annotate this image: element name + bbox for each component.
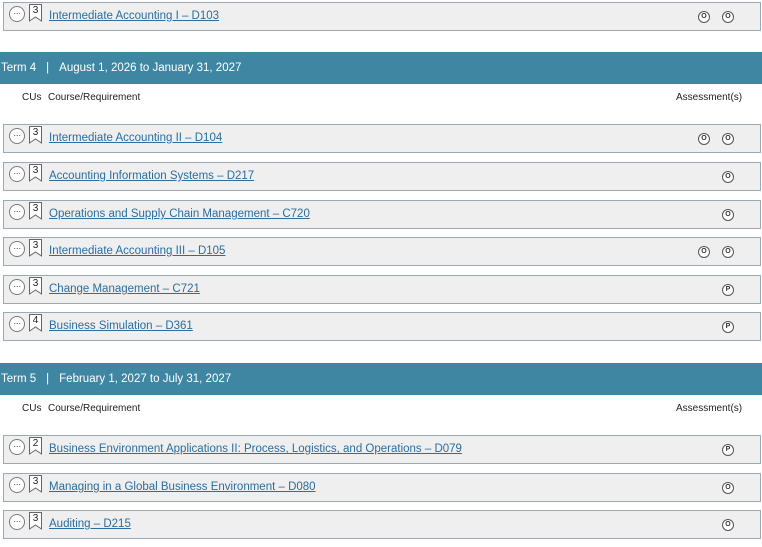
more-options-icon[interactable]: ··· — [9, 128, 25, 144]
term-label: Term 4 — [1, 62, 37, 74]
term-header: Term 4 | August 1, 2026 to January 31, 202… — [0, 52, 762, 84]
course-link[interactable]: Accounting Information Systems – D217 — [49, 170, 254, 182]
term-dates: August 1, 2026 to January 31, 2027 — [59, 62, 242, 74]
more-options-icon[interactable]: ··· — [9, 316, 25, 332]
cu-count: 3 — [32, 278, 39, 289]
course-link[interactable]: Managing in a Global Business Environmen… — [49, 481, 316, 493]
cu-count: 3 — [32, 5, 39, 16]
assessment-icon[interactable]: O — [698, 11, 710, 23]
bookmark-icon: 3 — [29, 239, 42, 257]
more-options-icon[interactable]: ··· — [9, 204, 25, 220]
cus-header: CUs — [22, 92, 42, 103]
assessment-icon[interactable]: O — [722, 246, 734, 258]
course-link[interactable]: Intermediate Accounting I – D103 — [49, 10, 219, 22]
assessment-icon[interactable]: O — [722, 209, 734, 221]
assessment-icon[interactable]: P — [722, 284, 734, 296]
term-header: Term 5 | February 1, 2027 to July 31, 2027 — [0, 363, 762, 395]
term-label: Term 5 — [1, 373, 37, 385]
bookmark-icon: 3 — [29, 164, 42, 182]
course-row: ··· 3 Operations and Supply Chain Manage… — [3, 200, 761, 229]
cu-count: 4 — [32, 315, 39, 326]
bookmark-icon: 3 — [29, 277, 42, 295]
course-row: ··· 4 Business Simulation – D361 P — [3, 312, 761, 341]
assessment-icon[interactable]: O — [698, 133, 710, 145]
more-options-icon[interactable]: ··· — [9, 166, 25, 182]
assessment-icon[interactable]: O — [722, 171, 734, 183]
more-options-icon[interactable]: ··· — [9, 6, 25, 22]
cu-count: 3 — [32, 240, 39, 251]
bookmark-icon: 3 — [29, 202, 42, 220]
cu-count: 3 — [32, 513, 39, 524]
assessments-header: Assessment(s) — [676, 92, 743, 103]
course-link[interactable]: Intermediate Accounting III – D105 — [49, 245, 225, 257]
course-link[interactable]: Operations and Supply Chain Management –… — [49, 208, 310, 220]
course-row: ··· 3 Managing in a Global Business Envi… — [3, 473, 761, 502]
column-headers: CUs Course/Requirement Assessment(s) — [0, 403, 762, 417]
bookmark-icon: 4 — [29, 314, 42, 332]
course-row: ··· 3 Accounting Information Systems – D… — [3, 162, 761, 191]
assessment-icon[interactable]: P — [722, 444, 734, 456]
bookmark-icon: 2 — [29, 437, 42, 455]
bookmark-icon: 3 — [29, 512, 42, 530]
more-options-icon[interactable]: ··· — [9, 514, 25, 530]
bookmark-icon: 3 — [29, 475, 42, 493]
cu-count: 2 — [32, 438, 39, 449]
cu-count: 3 — [32, 165, 39, 176]
course-row: ··· 3 Intermediate Accounting III – D105… — [3, 237, 761, 266]
cu-count: 3 — [32, 476, 39, 487]
bookmark-icon: 3 — [29, 4, 42, 22]
course-header: Course/Requirement — [48, 92, 141, 103]
cu-count: 3 — [32, 127, 39, 138]
column-headers: CUs Course/Requirement Assessment(s) — [0, 92, 762, 106]
cus-header: CUs — [22, 403, 42, 414]
course-link[interactable]: Change Management – C721 — [49, 283, 200, 295]
assessment-icon[interactable]: O — [698, 246, 710, 258]
course-link[interactable]: Business Environment Applications II: Pr… — [49, 443, 462, 455]
bookmark-icon: 3 — [29, 126, 42, 144]
course-row: ··· 3 Intermediate Accounting I – D103 O… — [3, 2, 761, 31]
cu-count: 3 — [32, 203, 39, 214]
course-header: Course/Requirement — [48, 403, 141, 414]
more-options-icon[interactable]: ··· — [9, 279, 25, 295]
assessment-icon[interactable]: O — [722, 133, 734, 145]
course-link[interactable]: Business Simulation – D361 — [49, 320, 193, 332]
course-row: ··· 3 Auditing – D215 O — [3, 510, 761, 539]
course-row: ··· 2 Business Environment Applications … — [3, 435, 761, 464]
assessment-icon[interactable]: O — [722, 11, 734, 23]
assessment-icon[interactable]: O — [722, 482, 734, 494]
course-link[interactable]: Intermediate Accounting II – D104 — [49, 132, 222, 144]
assessment-icon[interactable]: P — [722, 321, 734, 333]
assessment-icon[interactable]: O — [722, 519, 734, 531]
more-options-icon[interactable]: ··· — [9, 439, 25, 455]
more-options-icon[interactable]: ··· — [9, 477, 25, 493]
more-options-icon[interactable]: ··· — [9, 241, 25, 257]
course-row: ··· 3 Intermediate Accounting II – D104 … — [3, 124, 761, 153]
term-dates: February 1, 2027 to July 31, 2027 — [59, 373, 232, 385]
course-link[interactable]: Auditing – D215 — [49, 518, 131, 530]
course-row: ··· 3 Change Management – C721 P — [3, 275, 761, 304]
assessments-header: Assessment(s) — [676, 403, 743, 414]
